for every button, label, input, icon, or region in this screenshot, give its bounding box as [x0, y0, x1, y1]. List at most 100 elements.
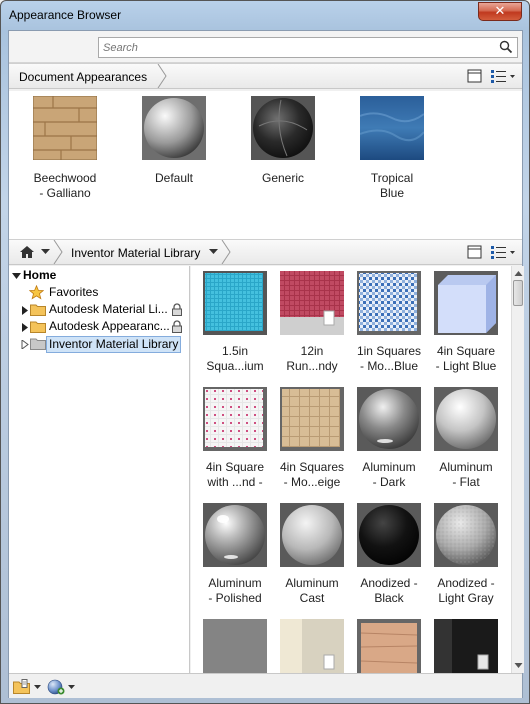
flat-aluminum-sphere-thumb — [434, 387, 498, 451]
doc-appearance-label-2: - Galliano — [39, 186, 91, 200]
material-label-2: - Polished — [208, 591, 262, 605]
material-tile[interactable]: 4in Square - Light Blue — [427, 271, 505, 374]
title-bar[interactable]: Appearance Browser ✕ — [1, 1, 529, 29]
dropdown-arrow-icon[interactable] — [68, 685, 75, 690]
collapse-arrow-icon[interactable] — [12, 272, 21, 281]
material-label-2: Cast — [299, 591, 325, 605]
material-label-1: Anodized - — [437, 576, 495, 590]
home-dropdown-icon[interactable] — [41, 249, 50, 255]
doc-appearance-beechwood[interactable]: Beechwood - Galliano — [15, 96, 115, 201]
doc-appearance-default[interactable]: Default — [124, 96, 224, 186]
tree-item-autodesk-appearance-library[interactable]: Autodesk Appearanc... — [9, 319, 190, 336]
breadcrumb-dropdown-icon[interactable] — [209, 249, 218, 255]
scrollbar-thumb[interactable] — [513, 280, 523, 306]
close-button[interactable]: ✕ — [478, 2, 522, 21]
material-label-1: Aluminum — [439, 460, 493, 474]
material-label-2: Black — [374, 591, 404, 605]
breadcrumb-arrow-icon — [157, 64, 167, 88]
doc-appearance-label-1: Default — [154, 171, 194, 185]
material-label-1: Aluminum — [362, 460, 416, 474]
tree-label: Favorites — [49, 285, 99, 299]
grey-sphere-thumb — [142, 96, 206, 160]
wood-cube-thumb — [33, 96, 97, 160]
material-label-2: - Mo...Blue — [359, 359, 419, 373]
material-tile[interactable]: 4in Squares - Mo...eige — [273, 387, 351, 490]
material-label-1: 1.5in — [221, 344, 249, 358]
doc-appearance-label-2: Blue — [379, 186, 405, 200]
expand-arrow-icon[interactable] — [21, 340, 30, 349]
expand-arrow-icon[interactable] — [21, 323, 30, 332]
material-grid: 1.5in Squa...ium 12in Run...ndy 1in Squa… — [191, 266, 511, 673]
material-tile[interactable]: 12in Run...ndy — [273, 271, 351, 374]
water-thumb — [360, 96, 424, 160]
dark-sphere-thumb — [251, 96, 315, 160]
dropdown-arrow-icon[interactable] — [34, 685, 41, 690]
material-label-1: Aluminum — [285, 576, 339, 590]
material-tile[interactable]: 1.5in Squa...ium — [196, 271, 274, 374]
black-anodized-sphere-thumb — [357, 503, 421, 567]
list-options-icon[interactable] — [490, 245, 516, 259]
material-tile[interactable] — [427, 619, 505, 673]
star-icon — [29, 285, 44, 300]
doc-appearance-label-1: Tropical — [370, 171, 414, 185]
list-options-icon[interactable] — [490, 69, 516, 83]
vertical-scrollbar[interactable] — [511, 266, 524, 673]
view-toggle-icon[interactable] — [467, 69, 482, 83]
home-icon[interactable] — [19, 245, 35, 259]
material-label-1: 4in Square — [436, 344, 496, 358]
doc-appearance-label-1: Beechwood — [33, 171, 97, 185]
lock-icon — [172, 320, 182, 333]
cast-aluminum-sphere-thumb — [280, 503, 344, 567]
lock-icon — [172, 303, 182, 316]
material-tile[interactable]: Anodized - Light Gray — [427, 503, 505, 606]
material-label-2: - Light Blue — [435, 359, 497, 373]
doc-appearance-generic[interactable]: Generic — [233, 96, 333, 186]
tree-label: Autodesk Material Li... — [49, 302, 168, 316]
material-tile[interactable]: Aluminum - Dark — [350, 387, 428, 490]
tree-item-autodesk-material-library[interactable]: Autodesk Material Li... — [9, 302, 190, 319]
material-label-1: 4in Square — [205, 460, 265, 474]
material-label-2: Run...ndy — [286, 359, 338, 373]
search-box[interactable] — [98, 37, 518, 58]
material-tile[interactable] — [273, 619, 351, 673]
view-toggle-icon[interactable] — [467, 245, 482, 259]
material-tile[interactable] — [196, 619, 274, 673]
scroll-up-icon[interactable] — [514, 269, 523, 278]
folder-icon — [30, 321, 46, 333]
library-breadcrumb-label[interactable]: Inventor Material Library — [71, 246, 200, 260]
material-tile[interactable]: 4in Square with ...nd - — [196, 387, 274, 490]
material-label-2: with ...nd - — [207, 475, 263, 489]
tree-item-inventor-material-library[interactable]: Inventor Material Library — [9, 336, 190, 353]
material-tile[interactable]: Aluminum - Flat — [427, 387, 505, 490]
doc-appearance-tropical-blue[interactable]: Tropical Blue — [342, 96, 442, 201]
scroll-down-icon[interactable] — [514, 661, 523, 670]
tree-item-favorites[interactable]: Favorites — [9, 285, 190, 302]
black-room-thumb — [434, 619, 498, 673]
document-appearances-label[interactable]: Document Appearances — [19, 70, 147, 84]
material-label-2: - Dark — [372, 475, 406, 489]
material-tile[interactable] — [350, 619, 428, 673]
appearance-browser-window: Appearance Browser ✕ Document Appearance… — [0, 0, 530, 704]
material-label-1: 4in Squares — [279, 460, 345, 474]
window-title: Appearance Browser — [9, 8, 122, 22]
expand-arrow-icon[interactable] — [21, 306, 30, 315]
material-label-1: Anodized - — [360, 576, 418, 590]
breadcrumb-arrow-icon — [221, 240, 231, 264]
search-row — [9, 31, 522, 63]
dot-tile-cube-thumb — [203, 387, 267, 451]
library-manager-icon[interactable] — [13, 679, 31, 694]
document-appearances-bar: Document Appearances — [9, 63, 522, 89]
create-material-icon[interactable] — [47, 678, 65, 695]
material-tile[interactable]: Aluminum - Polished — [196, 503, 274, 606]
tree-item-home[interactable]: Home — [9, 268, 190, 285]
tree-label: Home — [23, 268, 57, 282]
material-tile[interactable]: Anodized - Black — [350, 503, 428, 606]
beige-tile-cube-thumb — [280, 387, 344, 451]
light-blue-cube-thumb — [434, 271, 498, 335]
material-tile[interactable]: Aluminum Cast — [273, 503, 351, 606]
material-tile[interactable]: 1in Squares - Mo...Blue — [350, 271, 428, 374]
dark-aluminum-sphere-thumb — [357, 387, 421, 451]
breadcrumb-arrow-icon — [53, 240, 63, 264]
search-input[interactable] — [103, 40, 493, 55]
search-icon[interactable] — [499, 40, 513, 54]
